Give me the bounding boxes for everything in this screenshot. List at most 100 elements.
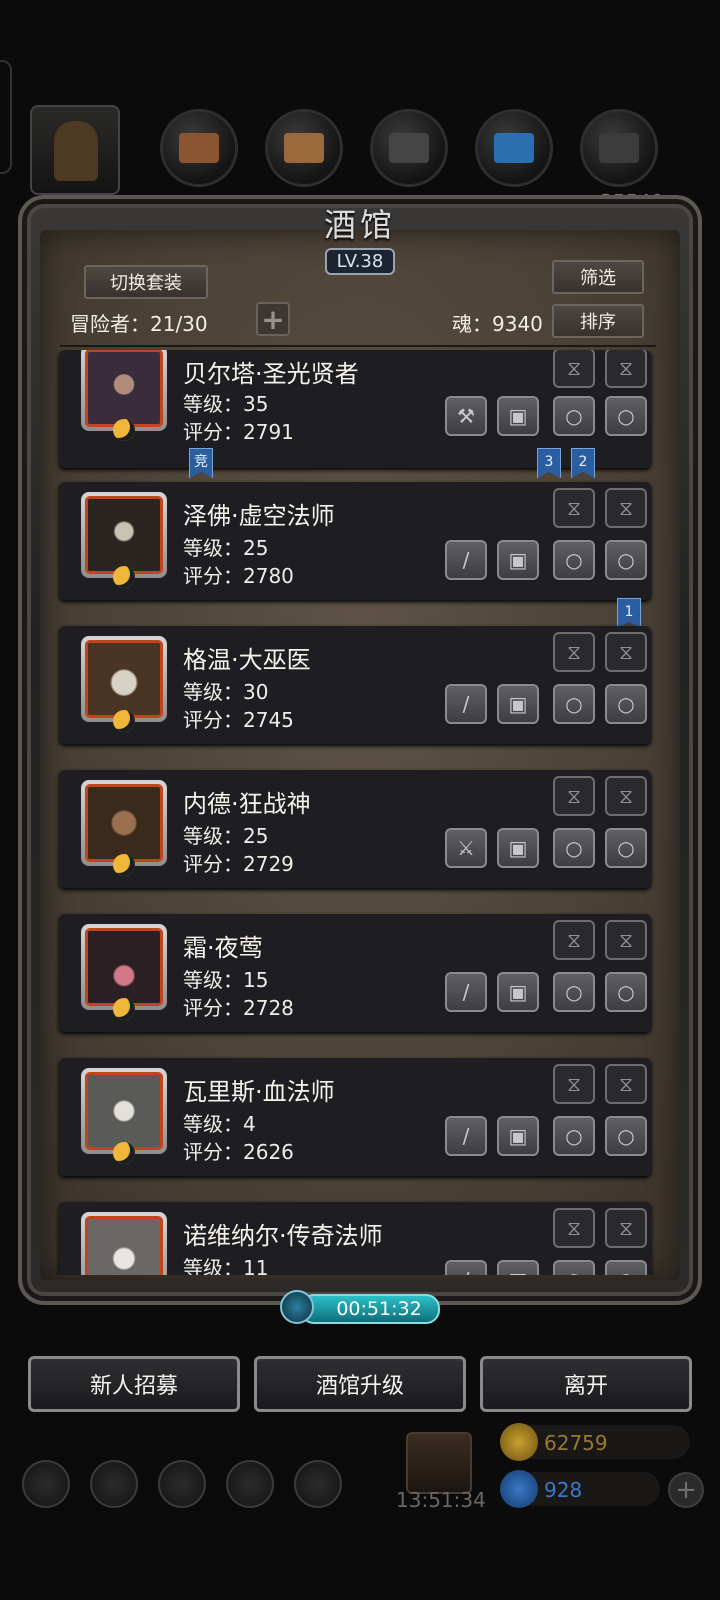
hero-card[interactable]: 贝尔塔·圣光贤者 等级：35 评分：2791 ⧖ ⧖ ⚒ ▣ ○ ○ <box>59 350 651 468</box>
ring-icon[interactable]: ○ <box>605 1116 647 1156</box>
hero-portrait[interactable] <box>81 636 167 732</box>
rank-flag: 1 <box>617 598 641 628</box>
ring-icon[interactable]: ○ <box>553 828 595 868</box>
hero-face-image <box>85 928 163 1006</box>
hero-face-image <box>85 1072 163 1150</box>
hourglass-slot-icon[interactable]: ⧖ <box>553 1064 595 1104</box>
ring-icon[interactable]: ○ <box>553 1116 595 1156</box>
ring-icon[interactable]: ○ <box>553 1260 595 1275</box>
hero-list[interactable]: 贝尔塔·圣光贤者 等级：35 评分：2791 ⧖ ⧖ ⚒ ▣ ○ ○ 竞 3 2… <box>55 350 655 1275</box>
sort-button[interactable]: 排序 <box>552 304 644 338</box>
add-currency-button[interactable]: + <box>668 1472 704 1508</box>
hero-face-image <box>85 350 163 427</box>
hero-portrait[interactable] <box>81 492 167 588</box>
crescent-icon <box>113 854 135 876</box>
hero-portrait[interactable] <box>81 780 167 876</box>
hero-card[interactable]: 泽佛·虚空法师 等级：25 评分：2780 ⧖ ⧖ / ▣ ○ ○ <box>59 482 651 600</box>
hero-portrait[interactable] <box>81 350 167 441</box>
settings-icon[interactable] <box>22 1460 70 1508</box>
hero-score: 评分：2626 <box>183 1140 294 1164</box>
staff-icon[interactable]: / <box>445 1260 487 1275</box>
hero-category-tile[interactable] <box>30 105 120 195</box>
panel-title-plate: 酒馆 LV.38 <box>300 200 420 275</box>
gift-box-icon[interactable] <box>406 1432 472 1494</box>
ring-icon[interactable]: ○ <box>605 396 647 436</box>
hourglass-slot-icon[interactable]: ⧖ <box>605 350 647 388</box>
ring-icon[interactable]: ○ <box>605 828 647 868</box>
hero-portrait[interactable] <box>81 1068 167 1164</box>
add-slot-button[interactable]: + <box>256 302 290 336</box>
stone-icon <box>599 133 639 163</box>
hourglass-slot-icon[interactable]: ⧖ <box>553 920 595 960</box>
recruit-button[interactable]: 新人招募 <box>28 1356 240 1412</box>
hero-card[interactable]: 格温·大巫医 等级：30 评分：2745 ⧖ ⧖ / ▣ ○ ○ <box>59 626 651 744</box>
arena-flag: 竞 <box>189 448 213 478</box>
iron-category-button[interactable] <box>370 109 448 187</box>
tavern-level-badge: LV.38 <box>324 248 396 275</box>
staff-icon[interactable]: / <box>445 684 487 724</box>
hero-card[interactable]: 诺维纳尔·传奇法师 等级：11 ⧖ ⧖ / ▣ ○ ○ <box>59 1202 651 1275</box>
hero-score: 评分：2791 <box>183 420 294 444</box>
ring-icon[interactable]: ○ <box>553 684 595 724</box>
gold-value: 62759 <box>544 1431 608 1455</box>
armor-icon[interactable]: ▣ <box>497 972 539 1012</box>
crystal-category-button[interactable] <box>475 109 553 187</box>
hourglass-slot-icon[interactable]: ⧖ <box>553 776 595 816</box>
hero-portrait[interactable] <box>81 1212 167 1275</box>
stone-category-button[interactable] <box>580 109 658 187</box>
hourglass-slot-icon[interactable]: ⧖ <box>605 920 647 960</box>
ring-icon[interactable]: ○ <box>553 396 595 436</box>
hero-score: 评分：2729 <box>183 852 294 876</box>
hourglass-slot-icon[interactable]: ⧖ <box>553 1208 595 1248</box>
hourglass-slot-icon[interactable]: ⧖ <box>605 488 647 528</box>
hero-card[interactable]: 内德·狂战神 等级：25 评分：2729 ⧖ ⧖ ⚔ ▣ ○ ○ <box>59 770 651 888</box>
hammer-icon[interactable]: ⚒ <box>445 396 487 436</box>
armor-icon[interactable]: ▣ <box>497 540 539 580</box>
leave-button[interactable]: 离开 <box>480 1356 692 1412</box>
staff-icon[interactable]: / <box>445 540 487 580</box>
hourglass-slot-icon[interactable]: ⧖ <box>553 350 595 388</box>
hourglass-slot-icon[interactable]: ⧖ <box>553 632 595 672</box>
hourglass-slot-icon[interactable]: ⧖ <box>553 488 595 528</box>
crescent-icon <box>113 566 135 588</box>
hero-card[interactable]: 瓦里斯·血法师 等级：4 评分：2626 ⧖ ⧖ / ▣ ○ ○ <box>59 1058 651 1176</box>
wood-category-button[interactable] <box>265 109 343 187</box>
ring-icon[interactable]: ○ <box>553 540 595 580</box>
achievement-icon[interactable] <box>90 1460 138 1508</box>
dagger-icon[interactable]: / <box>445 972 487 1012</box>
ring-icon[interactable]: ○ <box>605 1260 647 1275</box>
soul-count: 魂：9340 <box>452 312 543 336</box>
crescent-icon <box>113 419 135 441</box>
switch-set-button[interactable]: 切换套装 <box>84 265 208 299</box>
staff-icon[interactable]: / <box>445 1116 487 1156</box>
gem-counter: 928 <box>500 1470 660 1508</box>
armor-icon[interactable]: ▣ <box>497 1116 539 1156</box>
ring-icon[interactable]: ○ <box>553 972 595 1012</box>
hero-name: 霜·夜莺 <box>183 934 263 962</box>
map-icon[interactable] <box>294 1460 342 1508</box>
hourglass-slot-icon[interactable]: ⧖ <box>605 1208 647 1248</box>
filter-button[interactable]: 筛选 <box>552 260 644 294</box>
building-icon[interactable] <box>158 1460 206 1508</box>
ring-icon[interactable]: ○ <box>605 540 647 580</box>
armor-icon[interactable]: ▣ <box>497 684 539 724</box>
mail-icon[interactable] <box>226 1460 274 1508</box>
hero-name: 泽佛·虚空法师 <box>183 502 335 530</box>
upgrade-tavern-button[interactable]: 酒馆升级 <box>254 1356 466 1412</box>
hero-card[interactable]: 霜·夜莺 等级：15 评分：2728 ⧖ ⧖ / ▣ ○ ○ <box>59 914 651 1032</box>
hourglass-slot-icon[interactable]: ⧖ <box>605 1064 647 1104</box>
hourglass-slot-icon[interactable]: ⧖ <box>605 632 647 672</box>
gift-timer: 13:51:34 <box>396 1488 486 1512</box>
axe-icon[interactable]: ⚔ <box>445 828 487 868</box>
gem-icon <box>500 1470 538 1508</box>
bag-category-button[interactable] <box>160 109 238 187</box>
armor-icon[interactable]: ▣ <box>497 1260 539 1275</box>
hero-portrait[interactable] <box>81 924 167 1020</box>
hourglass-slot-icon[interactable]: ⧖ <box>605 776 647 816</box>
armor-icon[interactable]: ▣ <box>497 828 539 868</box>
ring-icon[interactable]: ○ <box>605 972 647 1012</box>
armor-icon[interactable]: ▣ <box>497 396 539 436</box>
header-divider <box>60 345 656 347</box>
hero-name: 格温·大巫医 <box>183 646 311 674</box>
ring-icon[interactable]: ○ <box>605 684 647 724</box>
